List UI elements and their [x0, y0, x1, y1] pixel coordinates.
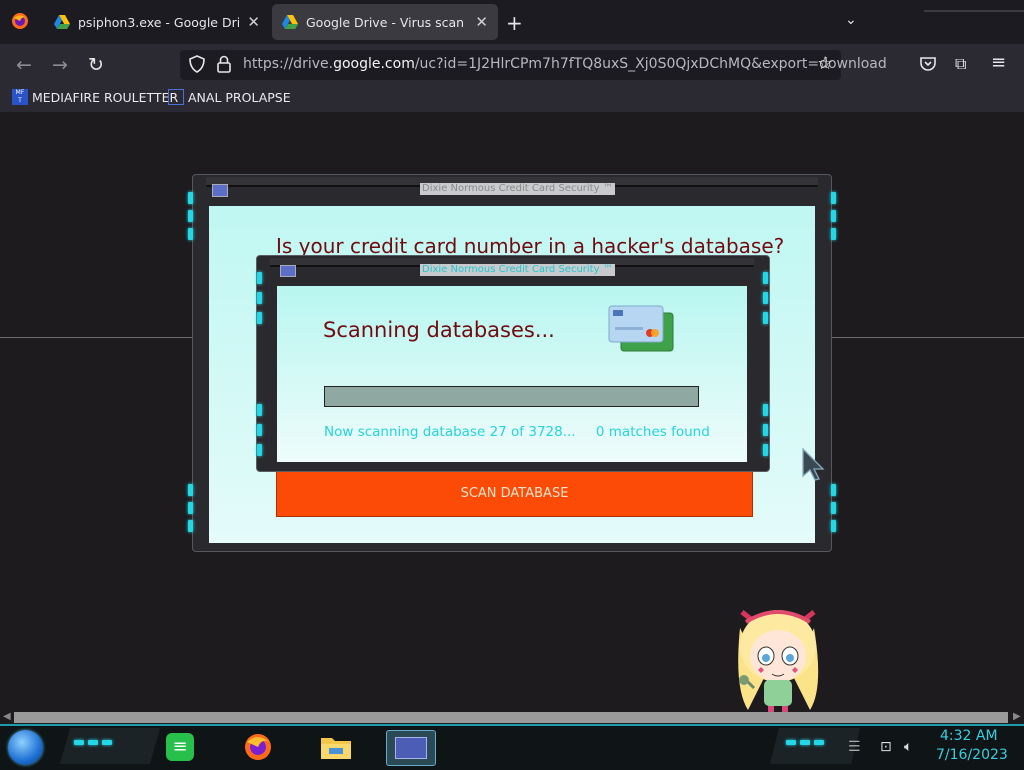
taskbar-accent-right — [770, 728, 860, 764]
new-tab-icon[interactable]: + — [506, 11, 523, 35]
bookmark-label: MEDIAFIRE ROULETTER — [32, 89, 179, 105]
network-icon[interactable]: ⊡ — [880, 739, 892, 755]
lock-icon[interactable] — [216, 55, 232, 77]
taskbar-firefox[interactable] — [234, 730, 282, 764]
show-hidden-icons[interactable]: ☰ — [848, 739, 861, 755]
dialog-title: Dixie Normous Credit Card Security ™ — [420, 264, 615, 276]
mouse-cursor-icon — [801, 447, 827, 485]
bookmark-label: ANAL PROLAPSE — [188, 89, 291, 105]
bookmark-folder-icon — [168, 89, 184, 105]
close-tab-icon[interactable]: ✕ — [247, 13, 260, 31]
clock-date[interactable]: 7/16/2023 — [936, 747, 1008, 763]
taskbar-file-explorer[interactable] — [312, 730, 360, 764]
taskbar-led — [786, 740, 796, 745]
divider-left — [0, 337, 192, 338]
bookmark-mediafire-rouletter[interactable]: MF T MEDIAFIRE ROULETTER — [12, 89, 178, 105]
dialog-led — [763, 444, 768, 456]
tracking-protection-shield-icon[interactable] — [188, 55, 206, 77]
google-drive-icon — [282, 15, 298, 29]
tab-virus-scan-warning[interactable]: Google Drive - Virus scan warning ✕ — [272, 4, 498, 40]
scan-database-button[interactable]: SCAN DATABASE — [276, 470, 753, 517]
window-titlebar-edge — [924, 0, 1024, 12]
taskbar-accent-left — [60, 728, 160, 764]
dialog-led — [763, 312, 768, 324]
desktop-character-sticker — [724, 598, 832, 728]
bookmark-anal-prolapse[interactable]: ANAL PROLAPSE — [168, 89, 291, 105]
window-led — [188, 502, 193, 514]
dialog-led — [257, 292, 262, 304]
list-tabs-chevron-icon[interactable]: ⌄ — [845, 12, 857, 28]
taskbar-led — [88, 740, 98, 745]
pocket-icon[interactable] — [919, 55, 937, 77]
volume-icon[interactable]: 🔈︎ — [904, 739, 912, 755]
tab-psiphon[interactable]: psiphon3.exe - Google Drive ✕ — [44, 4, 270, 40]
scroll-left-icon[interactable]: ◀ — [3, 711, 11, 722]
window-led — [188, 192, 193, 204]
firefox-menu-icon[interactable] — [11, 12, 29, 30]
tab-label: Google Drive - Virus scan warning — [306, 14, 467, 30]
folder-icon — [321, 738, 351, 759]
window-led — [831, 520, 836, 532]
taskbar-notes-app[interactable]: ≡ — [156, 730, 204, 764]
reload-icon[interactable]: ↻ — [84, 53, 108, 77]
matches-found-text: 0 matches found — [595, 424, 710, 440]
tab-label: psiphon3.exe - Google Drive — [78, 14, 240, 30]
window-led — [188, 228, 193, 240]
taskbar-credit-card-security-app[interactable] — [386, 730, 436, 766]
credit-cards-icon — [607, 305, 675, 359]
scan-status-text: Now scanning database 27 of 3728... — [324, 424, 576, 440]
app-window-icon — [212, 184, 228, 197]
dialog-led — [763, 424, 768, 436]
window-led — [831, 210, 836, 222]
window-led — [831, 484, 836, 496]
window-led — [831, 192, 836, 204]
scan-progress-bar — [324, 386, 699, 407]
dialog-led — [257, 444, 262, 456]
dialog-led — [763, 272, 768, 284]
scan-status: Now scanning database 27 of 3728... 0 ma… — [324, 424, 710, 440]
scrollbar-thumb[interactable] — [14, 712, 1008, 723]
bookmark-star-icon[interactable]: ☆ — [817, 53, 833, 74]
dialog-window-icon — [280, 265, 296, 277]
dialog-led — [257, 424, 262, 436]
scanning-heading: Scanning databases... — [323, 318, 555, 342]
dialog-led — [763, 404, 768, 416]
window-title: Dixie Normous Credit Card Security ™ — [420, 183, 615, 195]
close-tab-icon[interactable]: ✕ — [475, 13, 488, 31]
dialog-led — [257, 312, 262, 324]
back-arrow-icon[interactable]: ← — [12, 53, 36, 77]
scroll-right-icon[interactable]: ▶ — [1013, 711, 1021, 722]
taskbar-led — [74, 740, 84, 745]
divider-right — [831, 337, 1024, 338]
mediafire-icon: MF T — [12, 89, 28, 105]
notes-app-icon: ≡ — [166, 733, 194, 761]
window-led — [188, 520, 193, 532]
firefox-icon — [245, 734, 271, 760]
start-button[interactable] — [8, 730, 43, 765]
window-led — [188, 210, 193, 222]
hamburger-menu-icon[interactable]: ≡ — [991, 52, 1006, 73]
extensions-puzzle-icon[interactable]: ⧉ — [955, 54, 966, 74]
dialog-led — [257, 272, 262, 284]
window-led — [831, 502, 836, 514]
google-drive-icon — [54, 15, 70, 29]
app-window-icon — [395, 737, 427, 759]
taskbar-led — [814, 740, 824, 745]
taskbar-led — [102, 740, 112, 745]
taskbar-led — [800, 740, 810, 745]
clock-time[interactable]: 4:32 AM — [940, 728, 998, 744]
url-text[interactable]: https://drive.google.com/uc?id=1J2HlrCPm… — [243, 56, 887, 72]
window-led — [831, 228, 836, 240]
dialog-led — [257, 404, 262, 416]
dialog-led — [763, 292, 768, 304]
forward-arrow-icon[interactable]: → — [48, 53, 72, 77]
window-led — [188, 484, 193, 496]
